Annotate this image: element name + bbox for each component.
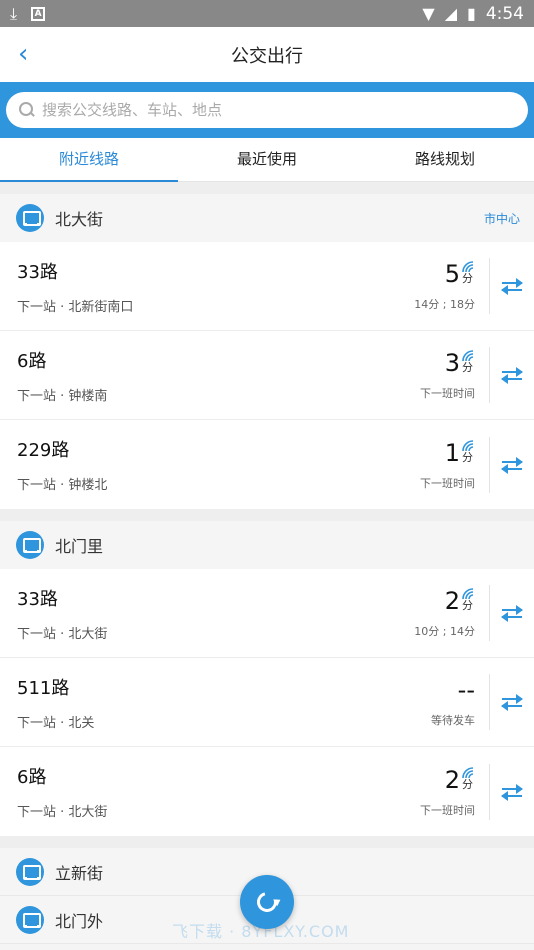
swap-arrows-icon [501, 278, 523, 295]
eta-subtext: 等待发车 [431, 714, 475, 727]
route-item[interactable]: 6路 下一站 · 北大街 2 分 下一班时间 [0, 747, 534, 836]
route-next-stop: 下一站 · 北大街 [17, 805, 108, 820]
route-name: 511路 [17, 677, 70, 699]
eta-subtext: 下一班时间 [420, 476, 475, 490]
route-name: 6路 [17, 767, 47, 788]
eta-minutes: -- [457, 676, 475, 704]
route-item[interactable]: 33路 下一站 · 北大街 2 分 10分 ; 14分 [0, 569, 534, 658]
route-next-stop: 下一站 · 钟楼南 [17, 388, 108, 404]
back-button[interactable]: ‹ [18, 41, 40, 67]
tab-recent[interactable]: 最近使用 [178, 138, 356, 181]
eta-unit: 分 [462, 599, 473, 612]
switch-direction-button[interactable] [490, 658, 534, 747]
route-item[interactable]: 6路 下一站 · 钟楼南 3 分 下一班时间 [0, 331, 534, 420]
route-next-stop: 下一站 · 钟楼北 [17, 478, 108, 493]
eta-minutes: 5 [444, 260, 460, 288]
station-area-tag: 市中心 [483, 211, 520, 226]
route-next-stop: 下一站 · 北关 [17, 715, 95, 731]
station-header[interactable]: 北门里 [0, 521, 534, 569]
route-item[interactable]: 229路 下一站 · 钟楼北 1 分 下一班时间 [0, 420, 534, 509]
station-header[interactable]: 北大街 市中心 [0, 194, 534, 242]
section-gap [0, 836, 534, 848]
search-box[interactable] [6, 92, 528, 128]
bus-stop-icon [16, 204, 44, 232]
battery-icon: ▮ [467, 4, 476, 23]
eta-subtext: 14分 ; 18分 [414, 298, 475, 311]
eta-unit: 分 [462, 450, 473, 464]
route-next-stop: 下一站 · 北大街 [17, 626, 108, 642]
section-gap [0, 182, 534, 194]
route-list: 33路 下一站 · 北大街 2 分 10分 ; 14分 511路 下一站 · 北… [0, 569, 534, 836]
station-name: 北门里 [55, 537, 104, 556]
eta-subtext: 10分 ; 14分 [414, 625, 475, 638]
title-bar: ‹ 公交出行 [0, 27, 534, 82]
eta-minutes: 1 [444, 438, 460, 467]
status-time: 4:54 [485, 3, 524, 24]
search-icon [18, 101, 36, 119]
eta-minutes: 3 [444, 349, 460, 377]
route-next-stop: 下一站 · 北新街南口 [17, 299, 134, 315]
station-name: 立新街 [55, 863, 104, 883]
refresh-button[interactable] [240, 875, 294, 929]
swap-arrows-icon [501, 456, 523, 474]
route-name: 33路 [17, 588, 58, 610]
download-icon: ⤓ [10, 3, 18, 23]
eta-unit: 分 [462, 272, 473, 285]
eta-subtext: 下一班时间 [420, 387, 475, 400]
switch-direction-button[interactable] [490, 420, 534, 509]
route-list: 33路 下一站 · 北新街南口 5 分 14分 ; 18分 6路 下一站 · 钟… [0, 242, 534, 509]
eta-unit: 分 [462, 361, 473, 374]
back-arrow-icon: ‹ [18, 39, 29, 69]
search-bar-container [0, 82, 534, 138]
signal-icon: ◢ [444, 4, 457, 23]
route-name: 229路 [17, 440, 70, 461]
switch-direction-button[interactable] [490, 242, 534, 331]
tab-nearby-routes[interactable]: 附近线路 [0, 138, 178, 182]
switch-direction-button[interactable] [490, 331, 534, 420]
swap-arrows-icon [501, 783, 523, 801]
section-gap [0, 509, 534, 521]
bus-stop-icon [16, 531, 44, 559]
wifi-icon: ▼ [422, 4, 435, 23]
tab-route-planning[interactable]: 路线规划 [356, 138, 534, 181]
notification-a-icon: A [31, 6, 46, 21]
tab-bar: 附近线路 最近使用 路线规划 [0, 138, 534, 182]
search-input[interactable] [42, 101, 516, 119]
switch-direction-button[interactable] [490, 569, 534, 658]
route-name: 33路 [17, 261, 58, 283]
station-name: 北门外 [55, 911, 104, 931]
page-title: 公交出行 [231, 45, 303, 67]
eta-unit: 分 [462, 777, 473, 791]
switch-direction-button[interactable] [490, 747, 534, 836]
swap-arrows-icon [501, 367, 523, 384]
swap-arrows-icon [501, 605, 523, 622]
eta-subtext: 下一班时间 [420, 803, 475, 817]
station-name: 北大街 [55, 210, 104, 229]
swap-arrows-icon [501, 694, 523, 711]
bus-stop-icon [16, 905, 44, 934]
eta-minutes: 2 [444, 765, 460, 794]
refresh-icon [253, 888, 281, 916]
bus-stop-icon [16, 857, 44, 886]
route-item[interactable]: 33路 下一站 · 北新街南口 5 分 14分 ; 18分 [0, 242, 534, 331]
eta-minutes: 2 [444, 587, 460, 615]
route-name: 6路 [17, 350, 47, 372]
route-item[interactable]: 511路 下一站 · 北关 -- 等待发车 [0, 658, 534, 747]
status-bar: ⤓ A ▼ ◢ ▮ 4:54 [0, 0, 534, 27]
